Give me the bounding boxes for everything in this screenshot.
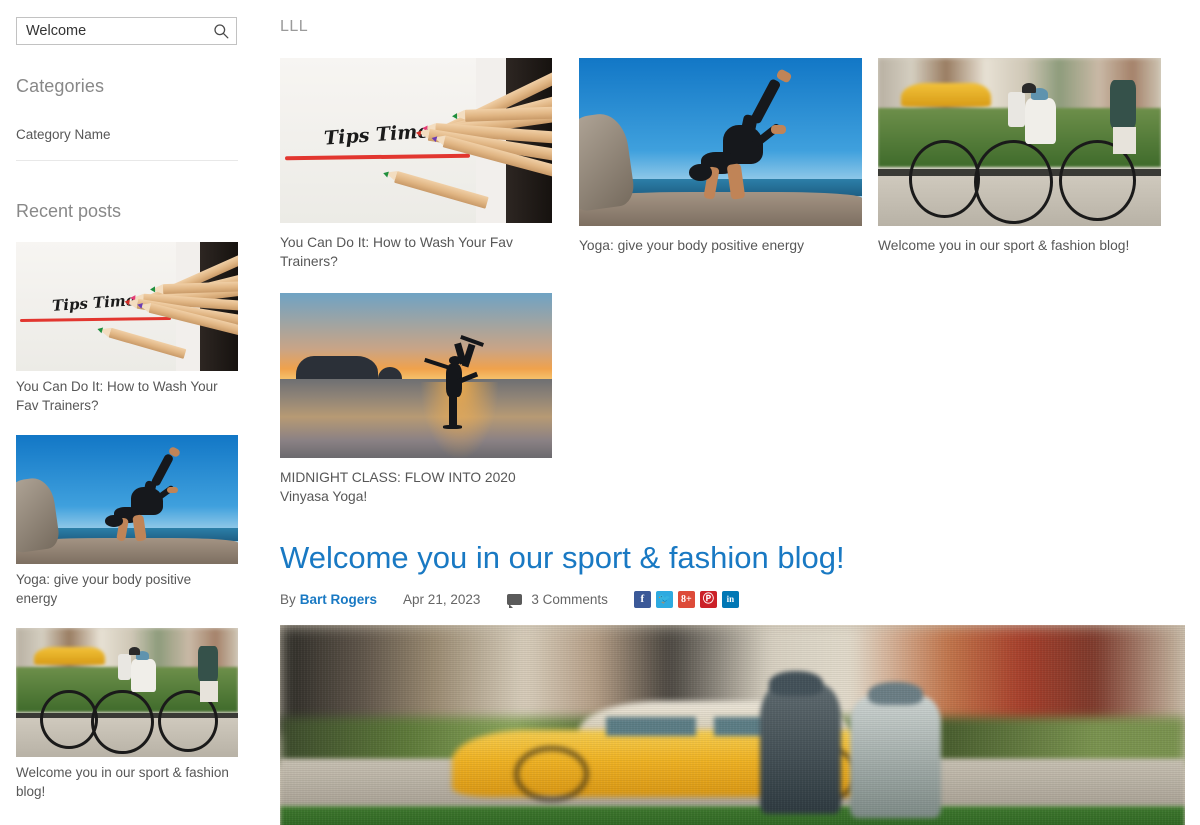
featured-article: Welcome you in our sport & fashion blog!… <box>280 539 1200 825</box>
article-title[interactable]: Welcome you in our sport & fashion blog! <box>280 539 1200 577</box>
search-icon[interactable] <box>213 23 229 39</box>
categories-heading: Categories <box>16 76 105 96</box>
blog-page: Categories Category Name Recent posts Ti… <box>0 0 1200 825</box>
comment-bubble-icon <box>507 594 523 608</box>
list-item: Tips Time You Can Do It: How to Wash You… <box>16 242 238 415</box>
recent-posts-heading: Recent posts <box>16 201 122 221</box>
grid-post-title[interactable]: MIDNIGHT CLASS: FLOW INTO 2020 Vinyasa Y… <box>280 469 548 506</box>
facebook-icon[interactable]: f <box>633 591 651 608</box>
sidebar: Categories Category Name Recent posts Ti… <box>16 0 238 825</box>
grid-post-title[interactable]: Welcome you in our sport & fashion blog! <box>878 237 1146 256</box>
yoga-handstand-rocks-image <box>579 58 862 226</box>
grid-thumbnail-yoga[interactable] <box>579 58 862 226</box>
recent-post-title[interactable]: Welcome you in our sport & fashion blog! <box>16 764 231 801</box>
by-label: By <box>280 592 296 607</box>
sunset-beach-yoga-image <box>280 293 552 458</box>
sidebar-category-item[interactable]: Category Name <box>16 127 238 161</box>
tips-time-pencils-image: Tips Time <box>16 242 238 371</box>
search-box[interactable] <box>16 17 237 45</box>
grid-thumbnail-cyclists[interactable] <box>878 58 1161 226</box>
google-plus-icon[interactable]: 8+ <box>677 591 695 608</box>
article-hero-image[interactable] <box>280 625 1185 825</box>
grid-post-card: Yoga: give your body positive energy <box>579 58 877 271</box>
grid-post-card: MIDNIGHT CLASS: FLOW INTO 2020 Vinyasa Y… <box>280 293 578 506</box>
cyclists-motion-blur-image <box>878 58 1161 226</box>
recent-post-thumbnail-pencils[interactable]: Tips Time <box>16 242 238 371</box>
list-item: Yoga: give your body positive energy <box>16 435 238 608</box>
pinterest-icon[interactable]: Ⓟ <box>699 591 717 608</box>
grid-post-title[interactable]: You Can Do It: How to Wash Your Fav Trai… <box>280 234 548 271</box>
cyclists-motion-blur-image <box>16 628 238 757</box>
linkedin-icon[interactable]: in <box>721 591 739 608</box>
breadcrumb[interactable]: LLL <box>280 18 1200 36</box>
article-author[interactable]: Bart Rogers <box>300 592 377 607</box>
recent-post-title[interactable]: Yoga: give your body positive energy <box>16 571 231 608</box>
article-meta: By Bart Rogers Apr 21, 2023 3 Comments f… <box>280 591 1200 608</box>
search-input[interactable] <box>17 18 236 44</box>
main-content: LLL Tips Time You Can Do It: How to Wash… <box>280 0 1200 825</box>
post-grid: Tips Time You Can Do It: How to Wash You… <box>280 58 1200 528</box>
recent-post-title[interactable]: You Can Do It: How to Wash Your Fav Trai… <box>16 378 231 415</box>
social-share-bar: f 🐦 8+ Ⓟ in <box>633 591 739 608</box>
tips-time-pencils-image: Tips Time <box>280 58 552 223</box>
grid-post-card: Tips Time You Can Do It: How to Wash You… <box>280 58 578 271</box>
list-item: Welcome you in our sport & fashion blog! <box>16 628 238 801</box>
recent-post-thumbnail-yoga[interactable] <box>16 435 238 564</box>
article-comments[interactable]: 3 Comments <box>507 592 608 608</box>
grid-post-title[interactable]: Yoga: give your body positive energy <box>579 237 847 256</box>
grid-post-card: Welcome you in our sport & fashion blog! <box>878 58 1176 271</box>
comments-count-label: 3 Comments <box>531 592 608 607</box>
yoga-handstand-rocks-image <box>16 435 238 564</box>
grid-thumbnail-pencils[interactable]: Tips Time <box>280 58 552 223</box>
taxi-motion-blur-hero-image <box>280 625 1185 825</box>
article-date: Apr 21, 2023 <box>403 592 481 607</box>
grid-thumbnail-sunset-yoga[interactable] <box>280 293 552 458</box>
recent-posts-list: Tips Time You Can Do It: How to Wash You… <box>16 242 238 801</box>
twitter-icon[interactable]: 🐦 <box>655 591 673 608</box>
recent-post-thumbnail-cyclists[interactable] <box>16 628 238 757</box>
